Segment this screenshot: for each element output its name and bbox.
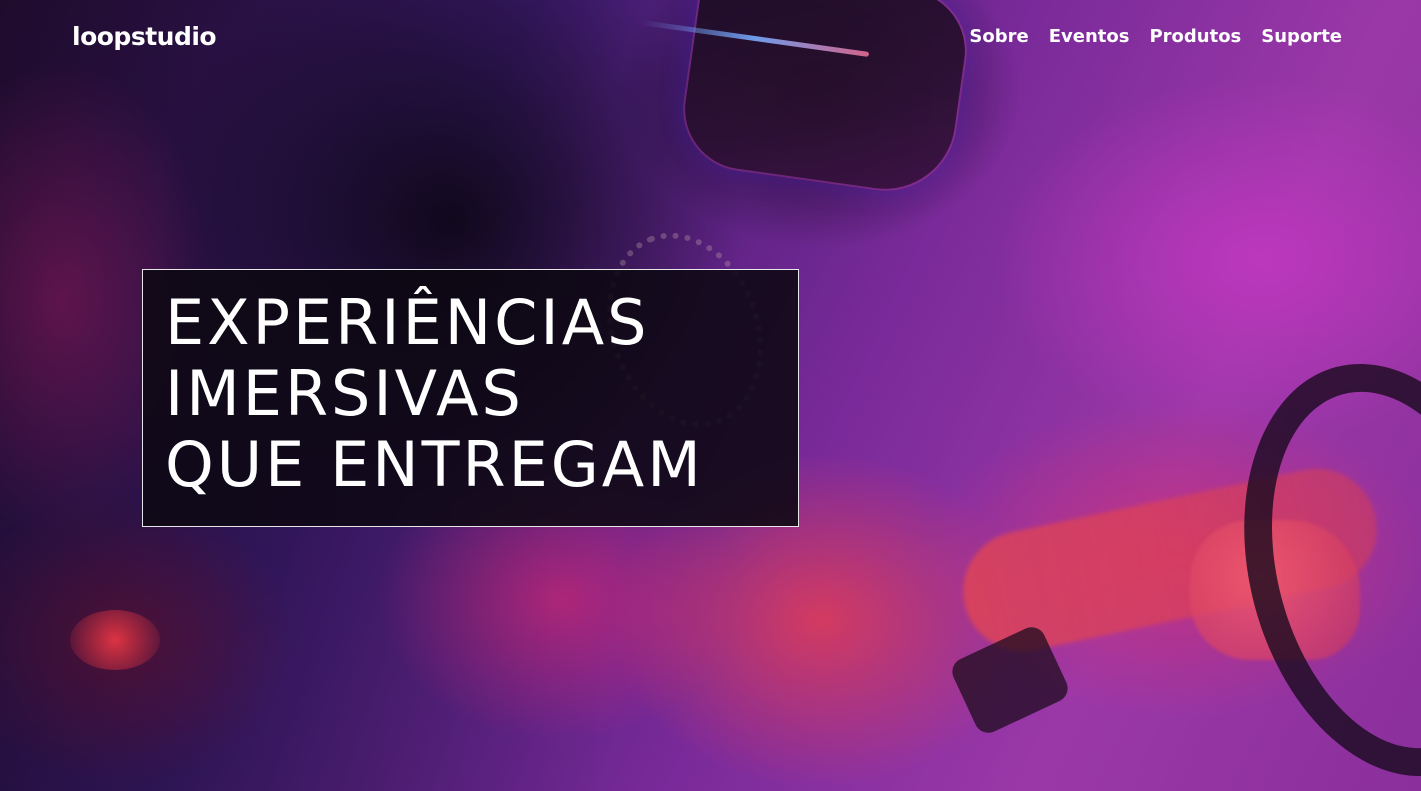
hero-headline-line-3: QUE ENTREGAM <box>165 428 704 501</box>
hero-background-hand <box>1190 520 1360 660</box>
hero-background-arm <box>952 457 1388 663</box>
hero-background-wheel <box>1200 330 1421 791</box>
nav-link-suporte[interactable]: Suporte <box>1261 26 1342 47</box>
hero-headline-line-1: EXPERIÊNCIAS <box>165 286 650 359</box>
nav-link-sobre[interactable]: Sobre <box>969 26 1028 47</box>
nav-link-produtos[interactable]: Produtos <box>1149 26 1241 47</box>
main-nav: Sobre Eventos Produtos Suporte <box>969 26 1342 47</box>
site-header: loopstudio Sobre Eventos Produtos Suport… <box>0 0 1421 80</box>
hero-headline-box: EXPERIÊNCIAS IMERSIVAS QUE ENTREGAM <box>142 269 799 527</box>
hero-background-glow <box>70 610 160 670</box>
hero-background-watch <box>947 622 1073 738</box>
hero-section: loopstudio Sobre Eventos Produtos Suport… <box>0 0 1421 791</box>
site-logo[interactable]: loopstudio <box>72 22 217 51</box>
nav-link-eventos[interactable]: Eventos <box>1049 26 1130 47</box>
hero-headline-line-2: IMERSIVAS <box>165 357 524 430</box>
